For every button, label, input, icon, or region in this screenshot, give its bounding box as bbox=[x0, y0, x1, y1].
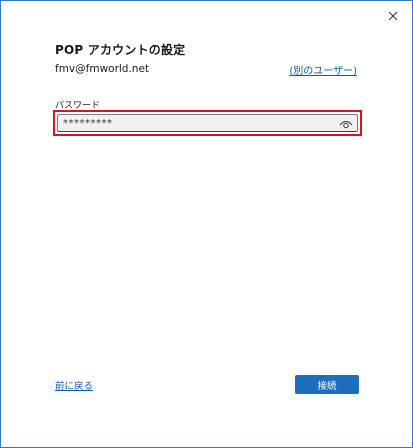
account-email: fmv@fmworld.net bbox=[55, 63, 150, 75]
password-value: ********* bbox=[63, 117, 113, 129]
dialog-title: POP アカウントの設定 bbox=[55, 43, 186, 57]
connect-button[interactable]: 接続 bbox=[295, 375, 359, 394]
close-button[interactable] bbox=[382, 5, 404, 27]
other-user-link[interactable]: (別のユーザー) bbox=[289, 62, 357, 77]
password-input[interactable]: ********* bbox=[57, 114, 358, 132]
eye-icon[interactable] bbox=[339, 118, 353, 130]
pop-account-dialog: POP アカウントの設定 fmv@fmworld.net (別のユーザー) パス… bbox=[0, 0, 413, 448]
close-icon bbox=[388, 11, 398, 21]
back-link[interactable]: 前に戻る bbox=[55, 378, 93, 392]
password-highlight-box: ********* bbox=[53, 110, 362, 136]
